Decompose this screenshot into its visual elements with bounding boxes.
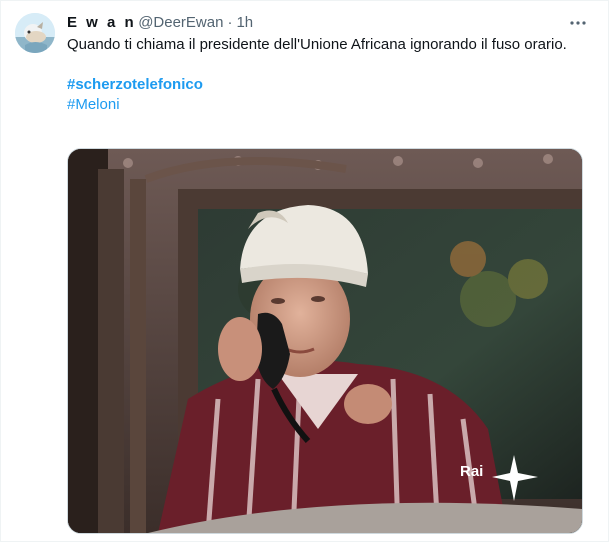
hashtag-link[interactable]: #scherzotelefonico bbox=[67, 75, 567, 95]
timestamp[interactable]: 1h bbox=[236, 13, 253, 33]
rai-star-icon bbox=[492, 455, 538, 501]
tweet-text: Quando ti chiama il presidente dell'Unio… bbox=[67, 35, 567, 115]
avatar-image bbox=[15, 13, 55, 53]
tweet-body: Quando ti chiama il presidente dell'Unio… bbox=[67, 36, 567, 53]
more-options-button[interactable] bbox=[566, 13, 590, 33]
separator-dot: · bbox=[227, 14, 233, 31]
tweet-card[interactable]: E w a n @DeerEwan · 1h Quando ti chiama … bbox=[0, 0, 609, 542]
tweet-header: E w a n @DeerEwan · 1h bbox=[67, 13, 253, 33]
rai-watermark-logo: Rai bbox=[458, 449, 548, 505]
avatar[interactable] bbox=[15, 13, 55, 53]
hashtag-link[interactable]: #Meloni bbox=[67, 95, 567, 115]
more-horizontal-icon bbox=[570, 21, 586, 25]
tweet-media[interactable]: Rai bbox=[67, 148, 583, 534]
user-handle[interactable]: @DeerEwan bbox=[138, 13, 223, 33]
display-name[interactable]: E w a n bbox=[67, 13, 136, 33]
